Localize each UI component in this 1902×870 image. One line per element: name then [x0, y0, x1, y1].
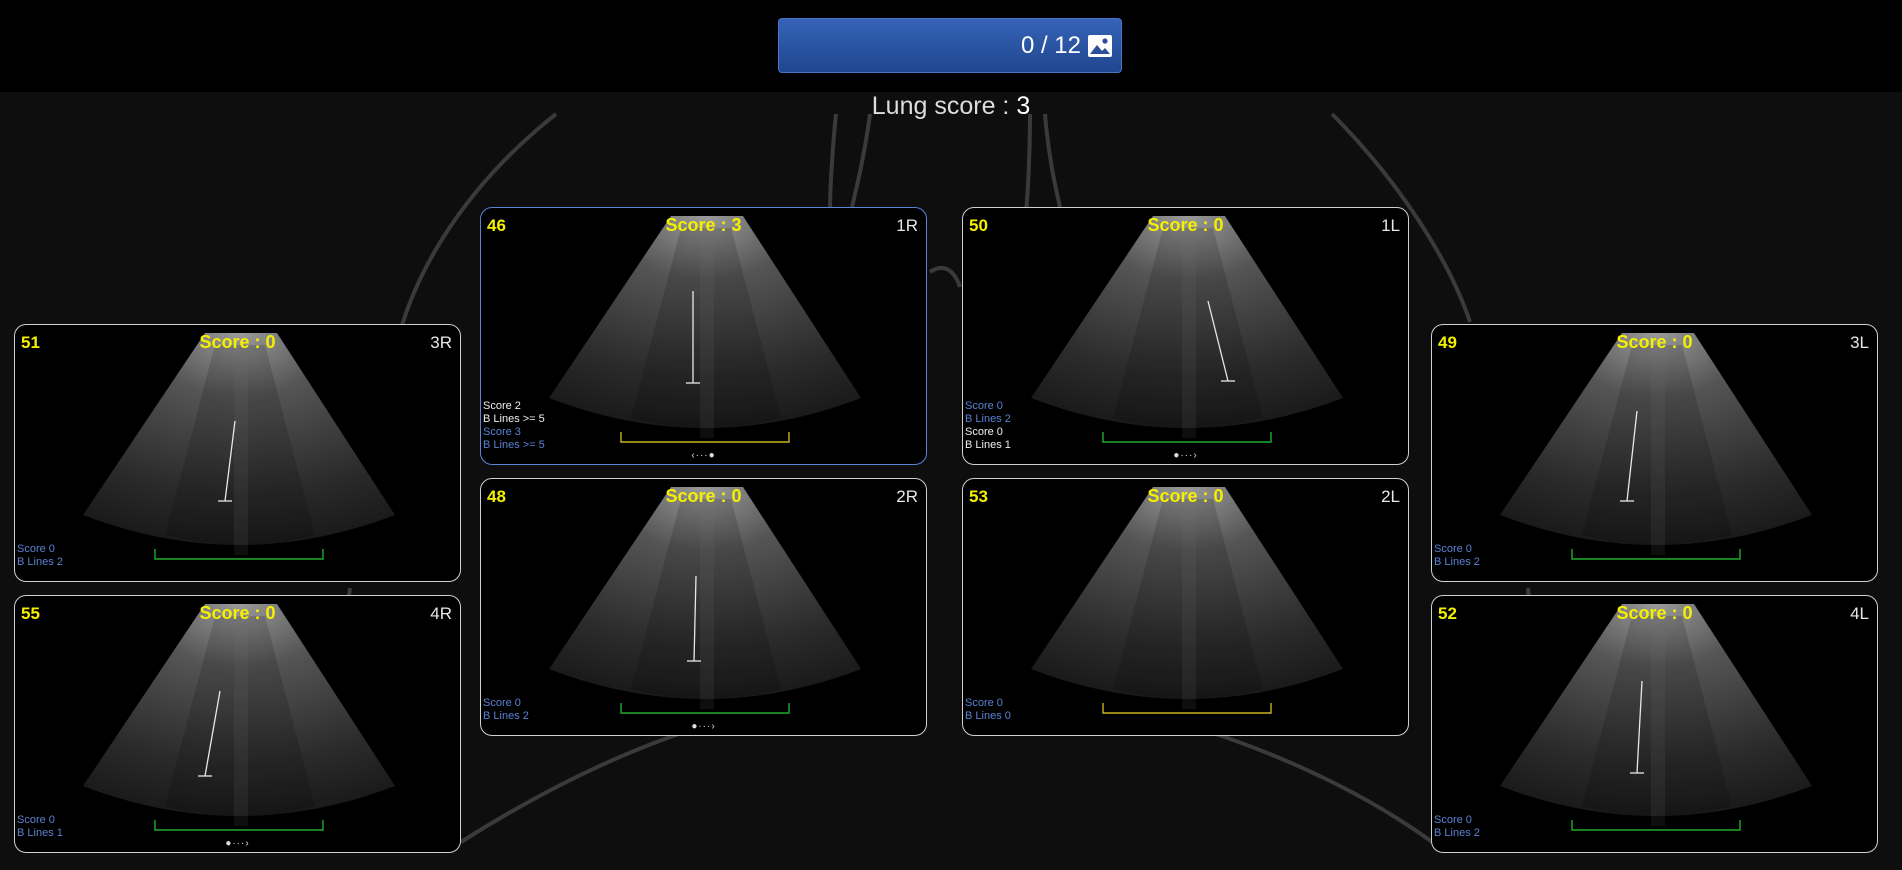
ultrasound-image — [1500, 604, 1812, 831]
ultrasound-tile-1l[interactable]: 50 Score : 0 1L Score 0B Lines 2 Score 0B Li… — [962, 207, 1409, 465]
tile-pager[interactable]: ●···› — [481, 721, 926, 732]
tile-zone-label: 2L — [1381, 487, 1400, 506]
annotation-line: Score 0 — [965, 426, 1003, 438]
top-bar: 0 / 12 — [0, 0, 1902, 92]
ultrasound-tile-2l[interactable]: 53 Score : 0 2L Score 0B Lines 0 — [962, 478, 1409, 736]
ultrasound-image — [1031, 487, 1343, 714]
ultrasound-image — [1500, 333, 1812, 560]
ultrasound-tile-3l[interactable]: 49 Score : 0 3L Score 0B Lines 2 — [1431, 324, 1878, 582]
tile-zone-label: 2R — [896, 487, 918, 506]
ultrasound-image — [549, 487, 861, 714]
tile-zone-label: 3R — [430, 333, 452, 352]
tile-score: Score : 0 — [665, 486, 742, 506]
annotation-line: Score 2 — [483, 400, 521, 412]
lung-score: Lung score : 3 — [0, 92, 1902, 121]
annotation-line: B Lines 2 — [17, 556, 63, 568]
ultrasound-tile-4r[interactable]: 55 Score : 0 4R Score 0B Lines 1 ●···› — [14, 595, 461, 853]
tile-pager[interactable]: ●···› — [15, 838, 460, 849]
tile-pager[interactable]: ●···› — [963, 450, 1408, 461]
image-counter-button[interactable]: 0 / 12 — [778, 18, 1122, 73]
ultrasound-image — [1031, 216, 1343, 443]
annotation-line: Score 0 — [1434, 814, 1472, 826]
annotation-line: Score 0 — [483, 697, 521, 709]
annotation-line: B Lines 2 — [965, 413, 1011, 425]
ultrasound-image — [83, 604, 395, 831]
tile-zone-label: 4R — [430, 604, 452, 623]
tile-score: Score : 0 — [1147, 215, 1224, 235]
tile-annotations: Score 0B Lines 2 Score 0B Lines 1 — [965, 400, 1011, 452]
tile-score: Score : 3 — [665, 215, 742, 235]
annotation-line: Score 0 — [17, 543, 55, 555]
tile-zone-label: 1R — [896, 216, 918, 235]
tile-score: Score : 0 — [199, 332, 276, 352]
tile-annotations: Score 0B Lines 2 — [1434, 814, 1480, 840]
annotation-line: Score 0 — [965, 697, 1003, 709]
tile-zone-label: 4L — [1850, 604, 1869, 623]
annotation-line: Score 0 — [1434, 543, 1472, 555]
ultrasound-tile-2r[interactable]: 48 Score : 0 2R Score 0B Lines 2 ●···› — [480, 478, 927, 736]
annotation-line: B Lines >= 5 — [483, 413, 545, 425]
tile-score: Score : 0 — [1616, 332, 1693, 352]
tile-annotations: Score 0B Lines 2 — [17, 543, 63, 569]
annotation-line: Score 0 — [965, 400, 1003, 412]
annotation-line: B Lines 2 — [1434, 556, 1480, 568]
tile-annotations: Score 0B Lines 2 — [483, 697, 529, 723]
lung-score-value: 3 — [1016, 92, 1031, 120]
ultrasound-tile-1r[interactable]: 46 Score : 3 1R Score 2B Lines >= 5 Score 3B… — [480, 207, 927, 465]
ultrasound-image — [549, 216, 861, 443]
image-gallery-icon — [1088, 34, 1112, 57]
image-counter-label: 0 / 12 — [1020, 31, 1081, 59]
tile-annotations: Score 0B Lines 0 — [965, 697, 1011, 723]
annotation-line: B Lines 2 — [1434, 827, 1480, 839]
tile-score: Score : 0 — [1147, 486, 1224, 506]
tile-score: Score : 0 — [199, 603, 276, 623]
tile-annotations: Score 0B Lines 1 — [17, 814, 63, 840]
tile-zone-label: 3L — [1850, 333, 1869, 352]
ultrasound-image — [83, 333, 395, 560]
tile-annotations: Score 0B Lines 2 — [1434, 543, 1480, 569]
tile-zone-label: 1L — [1381, 216, 1400, 235]
annotation-line: Score 0 — [17, 814, 55, 826]
lung-score-label: Lung score : — [871, 92, 1017, 120]
tile-pager[interactable]: ‹···● — [481, 450, 926, 461]
tile-score: Score : 0 — [1616, 603, 1693, 623]
annotation-line: B Lines 0 — [965, 710, 1011, 722]
ultrasound-tile-3r[interactable]: 51 Score : 0 3R Score 0B Lines 2 — [14, 324, 461, 582]
ultrasound-tile-4l[interactable]: 52 Score : 0 4L Score 0B Lines 2 — [1431, 595, 1878, 853]
tile-annotations: Score 2B Lines >= 5 Score 3B Lines >= 5 — [483, 400, 545, 452]
annotation-line: Score 3 — [483, 426, 521, 438]
